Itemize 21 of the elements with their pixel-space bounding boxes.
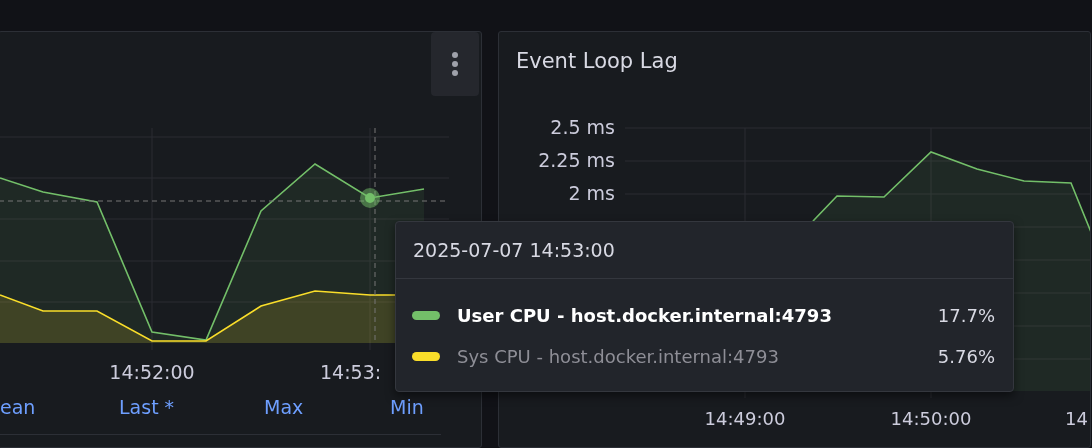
series-value: 5.76% bbox=[937, 345, 995, 369]
series-value: 17.7% bbox=[937, 304, 995, 328]
axis-label: 14:50:00 bbox=[890, 408, 972, 429]
axis-label: 2.25 ms bbox=[538, 149, 615, 171]
tooltip-time: 2025-07-07 14:53:00 bbox=[413, 239, 615, 261]
axis-label: 2 ms bbox=[568, 182, 615, 204]
column-header[interactable]: Min bbox=[390, 393, 424, 422]
hover-point-marker bbox=[360, 188, 380, 208]
column-header[interactable]: ean bbox=[0, 393, 36, 422]
axis-label: 14:53: bbox=[320, 361, 382, 383]
axis-label: 14:49:00 bbox=[704, 408, 786, 429]
series-name: Sys CPU - host.docker.internal:4793 bbox=[457, 345, 780, 369]
axis-label: 2.5 ms bbox=[550, 116, 615, 138]
column-header[interactable]: Last * bbox=[119, 393, 175, 422]
axis-label: 14:52:00 bbox=[109, 361, 195, 383]
column-header[interactable]: Max bbox=[264, 393, 304, 422]
more-menu-button[interactable] bbox=[431, 32, 479, 96]
axis-label: 14 bbox=[1065, 408, 1088, 429]
series-name: User CPU - host.docker.internal:4793 bbox=[457, 304, 833, 328]
panel-title: Event Loop Lag bbox=[515, 48, 679, 75]
more-icon bbox=[451, 51, 459, 77]
